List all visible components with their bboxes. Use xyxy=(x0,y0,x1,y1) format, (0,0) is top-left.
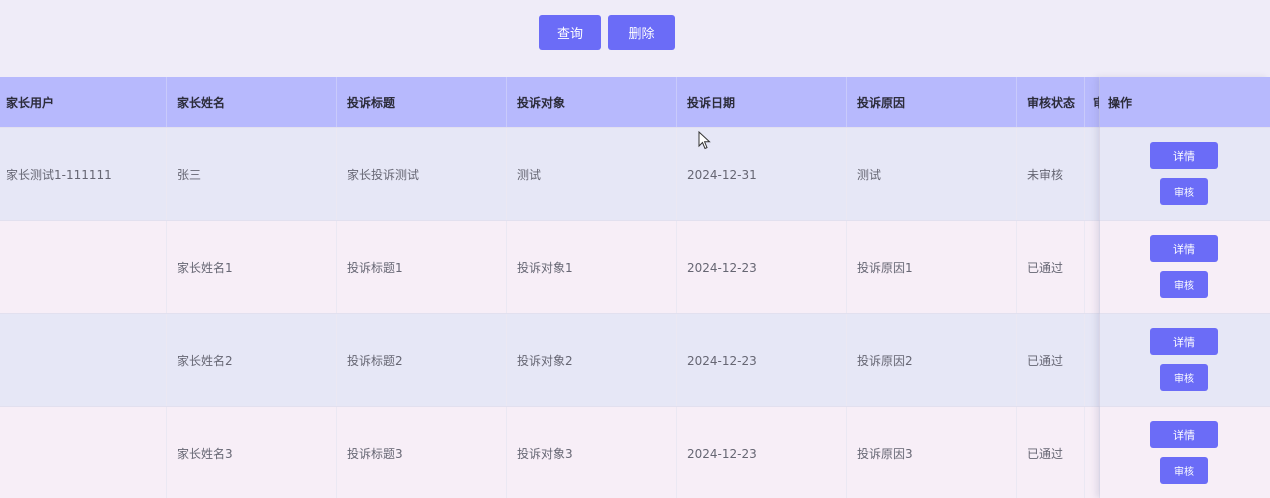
table-row: 家长姓名2 投诉标题2 投诉对象2 2024-12-23 投诉原因2 已通过 xyxy=(0,313,1270,407)
cell-complaint-title: 投诉标题1 xyxy=(337,221,507,314)
header-parent-user[interactable]: 家长用户 xyxy=(0,77,167,127)
cell-complaint-title: 投诉标题3 xyxy=(337,407,507,498)
cell-parent-user: 家长测试1-111111 xyxy=(0,128,167,221)
cell-complaint-reason: 测试 xyxy=(847,128,1017,221)
cell-complaint-target: 测试 xyxy=(507,128,677,221)
detail-button[interactable]: 详情 xyxy=(1150,421,1218,448)
complaint-list-page: 查询 删除 家长用户 家长姓名 投诉标题 投诉对象 投诉日期 投诉原因 审核状态… xyxy=(0,0,1270,498)
cell-parent-user xyxy=(0,221,167,314)
header-complaint-reason[interactable]: 投诉原因 xyxy=(847,77,1017,127)
actions-cell: 详情 审核 xyxy=(1100,220,1270,313)
header-parent-name[interactable]: 家长姓名 xyxy=(167,77,337,127)
table-header: 家长用户 家长姓名 投诉标题 投诉对象 投诉日期 投诉原因 审核状态 审 xyxy=(0,77,1270,127)
toolbar: 查询 删除 xyxy=(0,0,1270,77)
delete-button[interactable]: 删除 xyxy=(608,15,675,50)
review-button[interactable]: 审核 xyxy=(1160,271,1208,298)
cell-review-status: 未审核 xyxy=(1017,128,1085,221)
detail-button[interactable]: 详情 xyxy=(1150,142,1218,169)
mouse-pointer-icon xyxy=(698,131,711,150)
cell-complaint-date: 2024-12-23 xyxy=(677,407,847,498)
cell-parent-name: 家长姓名2 xyxy=(167,314,337,407)
table-row: 家长姓名3 投诉标题3 投诉对象3 2024-12-23 投诉原因3 已通过 xyxy=(0,406,1270,498)
review-button[interactable]: 审核 xyxy=(1160,178,1208,205)
cell-review-status: 已通过 xyxy=(1017,314,1085,407)
header-complaint-title[interactable]: 投诉标题 xyxy=(337,77,507,127)
review-button[interactable]: 审核 xyxy=(1160,364,1208,391)
cell-complaint-title: 投诉标题2 xyxy=(337,314,507,407)
review-button[interactable]: 审核 xyxy=(1160,457,1208,484)
header-complaint-target[interactable]: 投诉对象 xyxy=(507,77,677,127)
cell-parent-name: 张三 xyxy=(167,128,337,221)
cell-review-status: 已通过 xyxy=(1017,407,1085,498)
cell-truncated xyxy=(1085,221,1100,314)
cell-parent-user xyxy=(0,407,167,498)
table-row: 家长测试1-111111 张三 家长投诉测试 测试 2024-12-31 测试 … xyxy=(0,127,1270,221)
cell-complaint-title: 家长投诉测试 xyxy=(337,128,507,221)
cell-review-status: 已通过 xyxy=(1017,221,1085,314)
actions-column: 操作 详情 审核 详情 审核 详情 审核 详情 审核 xyxy=(1100,77,1270,498)
header-complaint-date[interactable]: 投诉日期 xyxy=(677,77,847,127)
header-truncated[interactable]: 审 xyxy=(1085,77,1100,127)
table-row: 家长姓名1 投诉标题1 投诉对象1 2024-12-23 投诉原因1 已通过 xyxy=(0,220,1270,314)
detail-button[interactable]: 详情 xyxy=(1150,328,1218,355)
header-review-status[interactable]: 审核状态 xyxy=(1017,77,1085,127)
cell-complaint-reason: 投诉原因2 xyxy=(847,314,1017,407)
cell-parent-name: 家长姓名1 xyxy=(167,221,337,314)
query-button[interactable]: 查询 xyxy=(539,15,601,50)
cell-truncated xyxy=(1085,407,1100,498)
cell-truncated xyxy=(1085,314,1100,407)
cell-complaint-target: 投诉对象2 xyxy=(507,314,677,407)
header-actions: 操作 xyxy=(1100,77,1270,127)
cell-parent-name: 家长姓名3 xyxy=(167,407,337,498)
actions-cell: 详情 审核 xyxy=(1100,127,1270,220)
complaint-table: 家长用户 家长姓名 投诉标题 投诉对象 投诉日期 投诉原因 审核状态 审 家长测… xyxy=(0,77,1270,498)
cell-complaint-target: 投诉对象3 xyxy=(507,407,677,498)
actions-cell: 详情 审核 xyxy=(1100,406,1270,498)
cell-truncated xyxy=(1085,128,1100,221)
cell-complaint-reason: 投诉原因1 xyxy=(847,221,1017,314)
cell-complaint-reason: 投诉原因3 xyxy=(847,407,1017,498)
cell-complaint-target: 投诉对象1 xyxy=(507,221,677,314)
cell-complaint-date: 2024-12-23 xyxy=(677,314,847,407)
actions-cell: 详情 审核 xyxy=(1100,313,1270,406)
cell-parent-user xyxy=(0,314,167,407)
detail-button[interactable]: 详情 xyxy=(1150,235,1218,262)
cell-complaint-date: 2024-12-23 xyxy=(677,221,847,314)
